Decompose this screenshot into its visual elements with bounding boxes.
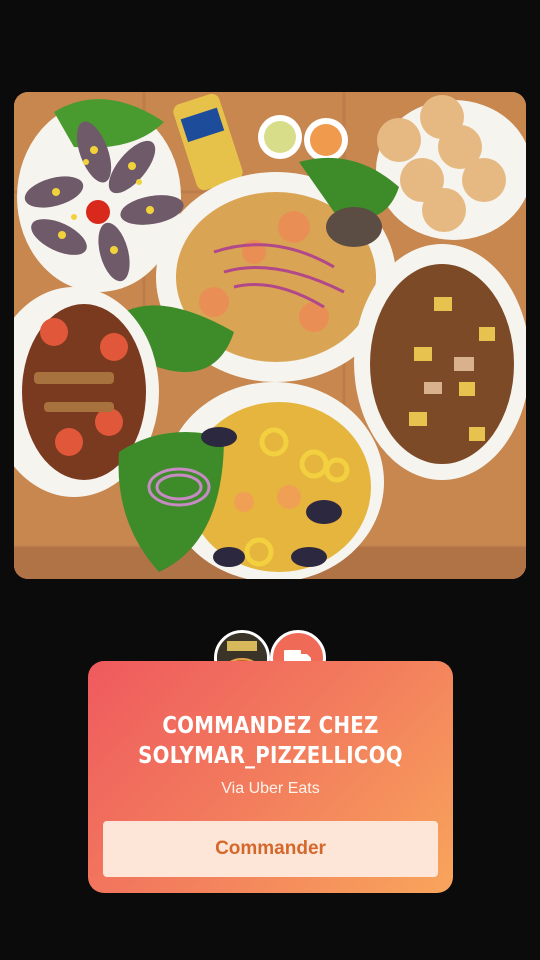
food-photo [14,92,526,579]
sticker-via: Via Uber Eats [88,780,453,798]
sticker-title: COMMANDEZ CHEZ SOLYMAR_PIZZELLICOQ [114,711,428,771]
food-photo-illustration [14,92,526,579]
commander-button[interactable]: Commander [103,821,438,877]
via-service: Uber Eats [248,780,320,797]
sticker-title-line1: COMMANDEZ CHEZ [162,713,379,739]
sticker-title-line2: SOLYMAR_PIZZELLICOQ [138,743,403,769]
chaufa-plate [354,244,526,480]
via-prefix: Via [221,780,245,797]
order-sticker: COMMANDEZ CHEZ SOLYMAR_PIZZELLICOQ Via U… [88,661,453,893]
